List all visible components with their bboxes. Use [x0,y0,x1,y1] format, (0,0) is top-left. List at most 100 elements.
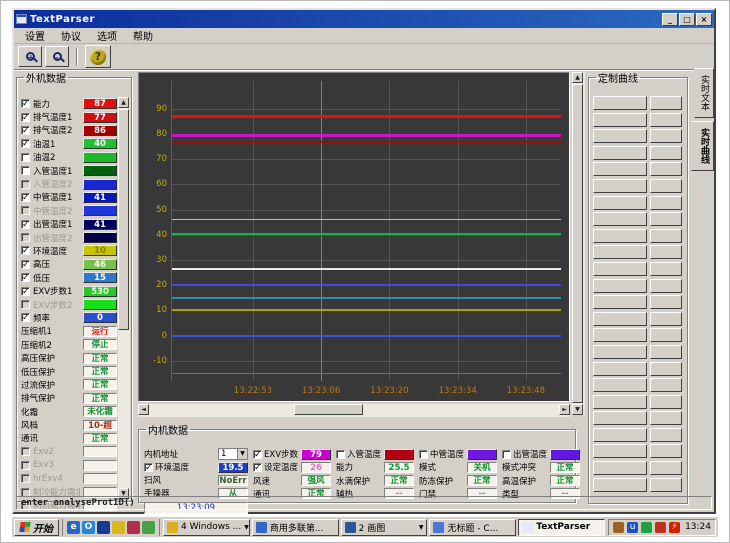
curve-slot-button[interactable] [593,478,647,492]
checkbox[interactable]: ✓ [21,139,30,148]
curve-slot-button[interactable] [593,245,647,259]
notes-icon[interactable] [112,521,125,534]
curve-value-field[interactable] [650,113,682,127]
checkbox[interactable]: ✓ [253,450,262,459]
checkbox[interactable] [21,233,30,242]
checkbox[interactable] [21,474,30,483]
title-bar[interactable]: TextParser _ □ × [14,10,714,28]
green-monitor-icon[interactable] [641,522,652,533]
menu-item[interactable]: 帮助 [126,27,160,44]
checkbox[interactable] [502,450,511,459]
start-button[interactable]: 开始 [14,519,59,536]
curve-slot-button[interactable] [593,395,647,409]
curve-slot-button[interactable] [593,312,647,326]
curve-value-field[interactable] [650,196,682,210]
chart-vertical-scrollbar[interactable]: ▲ ▼ [572,72,585,415]
menu-item[interactable]: 设置 [18,27,52,44]
scroll-left-icon[interactable]: ◄ [138,404,149,415]
checkbox[interactable]: ✓ [21,193,30,202]
curve-slot-button[interactable] [593,129,647,143]
curve-value-field[interactable] [650,312,682,326]
explorer-icon[interactable] [142,521,155,534]
checkbox[interactable]: ✓ [21,313,30,322]
curve-value-field[interactable] [650,328,682,342]
curve-slot-button[interactable] [593,328,647,342]
curve-slot-button[interactable] [593,196,647,210]
curve-value-field[interactable] [650,96,682,110]
scrollbar-thumb[interactable] [118,109,129,330]
curve-value-field[interactable] [650,428,682,442]
checkbox[interactable]: ✓ [144,463,153,472]
curve-value-field[interactable] [650,129,682,143]
taskbar-button[interactable]: 2 画图▼ [341,519,428,536]
media-icon[interactable] [127,521,140,534]
curve-value-field[interactable] [650,162,682,176]
curve-value-field[interactable] [650,245,682,259]
ie-icon[interactable]: e [67,521,80,534]
curve-slot-button[interactable] [593,179,647,193]
chevron-down-icon[interactable]: ▼ [237,449,247,459]
chevron-down-icon[interactable]: ▼ [244,524,249,531]
curve-value-field[interactable] [650,146,682,160]
gold-icon[interactable] [613,522,624,533]
scrollbar-thumb[interactable] [294,404,363,415]
curve-value-field[interactable] [650,229,682,243]
checkbox[interactable]: ✓ [21,287,30,296]
curve-slot-button[interactable] [593,345,647,359]
checkbox[interactable] [21,166,30,175]
curve-value-field[interactable] [650,212,682,226]
curve-slot-button[interactable] [593,113,647,127]
curve-slot-button[interactable] [593,378,647,392]
scroll-right-icon[interactable]: ► [559,404,570,415]
taskbar-button[interactable]: TextParser [518,519,605,536]
chart-horizontal-scrollbar[interactable]: ◄ ► [138,404,570,417]
zoom-out-button[interactable]: - [45,46,69,67]
indoor-address-dropdown[interactable]: 1▼ [218,448,248,460]
checkbox[interactable]: ✓ [253,463,262,472]
curve-slot-button[interactable] [593,362,647,376]
checkbox[interactable]: ✓ [21,220,30,229]
menu-item[interactable]: 选项 [90,27,124,44]
lightning-icon[interactable]: ⚡ [669,522,680,533]
curve-slot-button[interactable] [593,96,647,110]
curve-value-field[interactable] [650,461,682,475]
taskbar-button[interactable]: 4 Windows ...▼ [163,519,250,536]
minimize-button[interactable]: _ [662,13,678,26]
blue-badge-icon[interactable]: u [627,522,638,533]
curve-value-field[interactable] [650,295,682,309]
curve-slot-button[interactable] [593,162,647,176]
curve-value-field[interactable] [650,262,682,276]
checkbox[interactable] [419,450,428,459]
outlook-icon[interactable]: O [82,521,95,534]
red-green-icon[interactable] [655,522,666,533]
curve-value-field[interactable] [650,362,682,376]
curve-value-field[interactable] [650,411,682,425]
checkbox[interactable] [21,300,30,309]
checkbox[interactable]: ✓ [21,113,30,122]
curve-slot-button[interactable] [593,461,647,475]
curve-slot-button[interactable] [593,411,647,425]
scrollbar-thumb[interactable] [572,84,583,403]
checkbox[interactable] [21,447,30,456]
curve-value-field[interactable] [650,378,682,392]
help-button[interactable]: ? [85,45,111,68]
curve-slot-button[interactable] [593,146,647,160]
scroll-up-icon[interactable]: ▲ [572,72,583,83]
curve-slot-button[interactable] [593,295,647,309]
curve-value-field[interactable] [650,395,682,409]
checkbox[interactable] [21,153,30,162]
sidebar-scrollbar[interactable]: ▲ ▼ [118,97,130,499]
curve-slot-button[interactable] [593,444,647,458]
tab-realtime-text[interactable]: 实时文本 [694,68,714,118]
curve-slot-button[interactable] [593,229,647,243]
checkbox[interactable] [336,450,345,459]
curve-value-field[interactable] [650,345,682,359]
checkbox[interactable]: ✓ [21,99,30,108]
curve-value-field[interactable] [650,279,682,293]
curve-slot-button[interactable] [593,428,647,442]
checkbox[interactable]: ✓ [21,273,30,282]
checkbox[interactable] [21,206,30,215]
checkbox[interactable] [21,461,30,470]
taskbar-button[interactable]: 无标题 - C... [429,519,516,536]
msn-icon[interactable] [97,521,110,534]
